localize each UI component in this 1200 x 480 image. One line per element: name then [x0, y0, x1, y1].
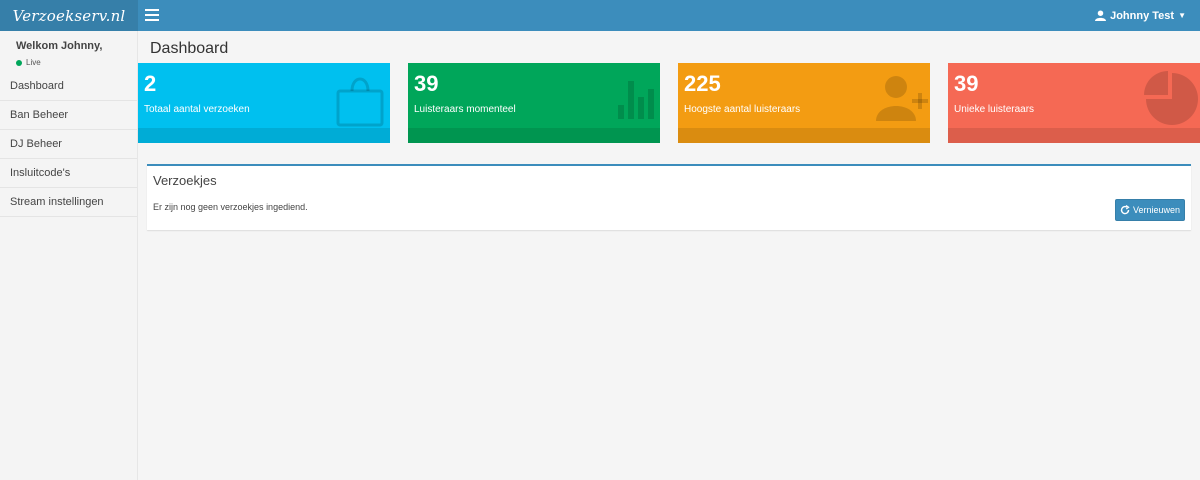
user-panel: Welkom Johnny, Live: [0, 31, 137, 72]
hamburger-icon: [145, 19, 159, 21]
hamburger-icon: [145, 9, 159, 11]
stat-label: Unieke luisteraars: [954, 104, 1035, 115]
user-menu-dropdown[interactable]: Johnny Test ▼: [1095, 0, 1186, 31]
sidebar-item-dj-beheer[interactable]: DJ Beheer: [0, 130, 137, 159]
caret-down-icon: ▼: [1178, 11, 1186, 20]
stat-label: Totaal aantal verzoeken: [144, 104, 250, 115]
status-indicator: Live: [16, 58, 137, 67]
sidebar-item-insluitcodes[interactable]: Insluitcode's: [0, 159, 137, 188]
stat-box-requests: 2 Totaal aantal verzoeken: [138, 63, 390, 143]
app-logo[interactable]: Verzoekserv.nl: [0, 0, 138, 31]
sidebar-item-dashboard[interactable]: Dashboard: [0, 72, 137, 101]
page-title: Dashboard: [150, 40, 229, 57]
refresh-icon: [1120, 205, 1130, 215]
stat-label: Luisteraars momenteel: [414, 104, 516, 115]
refresh-button[interactable]: Vernieuwen: [1115, 199, 1185, 221]
stat-value: 39: [954, 71, 979, 96]
stat-value: 2: [144, 71, 157, 96]
user-icon: [1095, 10, 1107, 21]
status-label: Live: [26, 58, 41, 67]
stat-value: 39: [414, 71, 439, 96]
sidebar-item-stream-instellingen[interactable]: Stream instellingen: [0, 188, 137, 217]
stat-box-peak-listeners: 225 Hoogste aantal luisteraars: [678, 63, 930, 143]
stat-footer[interactable]: [408, 128, 660, 143]
sidebar-toggle-button[interactable]: [145, 9, 159, 21]
shopping-bag-icon: [336, 77, 384, 127]
main-content: Dashboard 2 Totaal aantal verzoeken 39 L…: [138, 31, 1200, 480]
stat-label: Hoogste aantal luisteraars: [684, 104, 801, 115]
panel-title: Verzoekjes: [153, 173, 217, 188]
stat-box-listeners-now: 39 Luisteraars momenteel: [408, 63, 660, 143]
stat-footer[interactable]: [948, 128, 1200, 143]
hamburger-icon: [145, 14, 159, 16]
welcome-text: Welkom Johnny,: [16, 40, 103, 52]
user-name: Johnny Test: [1110, 9, 1175, 22]
status-dot-icon: [16, 59, 22, 66]
requests-panel: Verzoekjes Er zijn nog geen verzoekjes i…: [147, 164, 1191, 230]
stat-footer[interactable]: [138, 128, 390, 143]
pie-chart-icon: [1144, 71, 1198, 125]
top-navbar: Verzoekserv.nl Johnny Test ▼: [0, 0, 1200, 31]
refresh-button-label: Vernieuwen: [1132, 205, 1181, 215]
sidebar-item-ban-beheer[interactable]: Ban Beheer: [0, 101, 137, 130]
panel-message: Er zijn nog geen verzoekjes ingediend.: [153, 202, 308, 212]
sidebar: Welkom Johnny, Live Dashboard Ban Beheer…: [0, 31, 138, 480]
stat-value: 225: [684, 71, 721, 96]
user-add-icon: [876, 76, 928, 121]
stat-box-unique-listeners: 39 Unieke luisteraars: [948, 63, 1200, 143]
bar-chart-icon: [618, 81, 654, 119]
stat-footer[interactable]: [678, 128, 930, 143]
